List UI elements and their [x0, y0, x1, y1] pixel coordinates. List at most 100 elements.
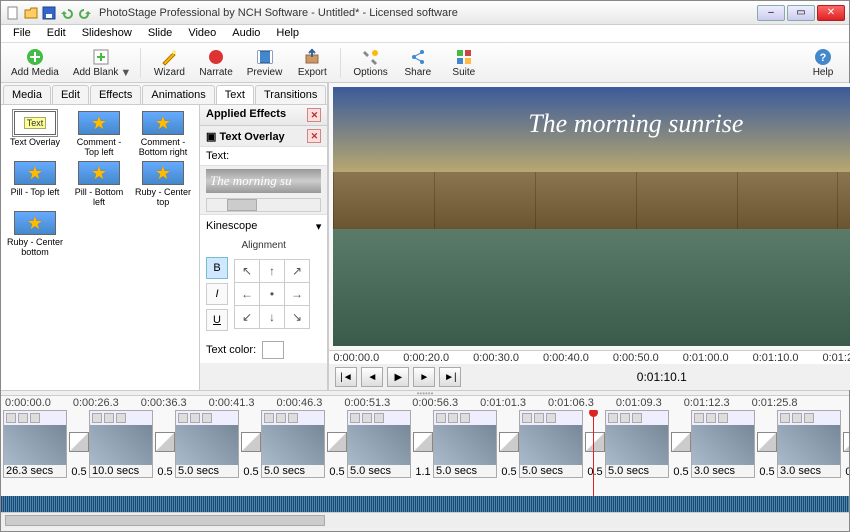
preset-item[interactable]: ★Pill - Bottom left: [69, 161, 129, 207]
options-button[interactable]: Options: [347, 45, 393, 80]
align-mr[interactable]: →: [285, 283, 309, 305]
bold-button[interactable]: B: [206, 257, 228, 279]
step-back-button[interactable]: ◄: [361, 367, 383, 387]
preset-item[interactable]: ★Comment - Bottom right: [133, 111, 193, 157]
italic-button[interactable]: I: [206, 283, 228, 305]
transition-icon: [671, 432, 691, 452]
export-button[interactable]: Export: [290, 45, 334, 80]
add-blank-button[interactable]: Add Blank▼: [67, 45, 135, 81]
timeline-scrollbar[interactable]: [1, 512, 849, 528]
clip[interactable]: 3.0 secs: [691, 410, 755, 478]
preset-item[interactable]: TextText Overlay: [5, 111, 65, 157]
preview-button[interactable]: Preview: [241, 45, 289, 80]
preset-item[interactable]: ★Comment - Top left: [69, 111, 129, 157]
align-tl[interactable]: ↖: [235, 260, 259, 282]
align-ml[interactable]: ←: [235, 283, 259, 305]
chevron-down-icon[interactable]: ▼: [120, 67, 128, 79]
clip-thumbnail: [176, 425, 238, 465]
align-mc[interactable]: •: [260, 283, 284, 305]
close-button[interactable]: ✕: [817, 5, 845, 21]
preset-label: Ruby - Center top: [133, 187, 193, 207]
align-tc[interactable]: ↑: [260, 260, 284, 282]
add-media-button[interactable]: Add Media: [5, 45, 65, 80]
preset-item[interactable]: ★Pill - Top left: [5, 161, 65, 207]
transition[interactable]: 0.5: [69, 410, 89, 478]
tab-transitions[interactable]: Transitions: [255, 85, 326, 104]
tab-media[interactable]: Media: [3, 85, 51, 104]
menu-help[interactable]: Help: [268, 25, 307, 42]
clip[interactable]: 26.3 secs: [3, 410, 67, 478]
menu-video[interactable]: Video: [180, 25, 224, 42]
clip[interactable]: 5.0 secs: [519, 410, 583, 478]
align-br[interactable]: ↘: [285, 306, 309, 328]
transition[interactable]: 0.5: [843, 410, 849, 478]
redo-icon[interactable]: [77, 5, 93, 21]
audio-waveform[interactable]: [1, 496, 849, 512]
text-color-swatch[interactable]: [262, 341, 284, 359]
menu-slide[interactable]: Slide: [140, 25, 180, 42]
clip[interactable]: 5.0 secs: [175, 410, 239, 478]
undo-icon[interactable]: [59, 5, 75, 21]
menu-file[interactable]: File: [5, 25, 39, 42]
menu-audio[interactable]: Audio: [224, 25, 268, 42]
clip[interactable]: 3.0 secs: [777, 410, 841, 478]
transition[interactable]: 0.5: [155, 410, 175, 478]
align-bl[interactable]: ↙: [235, 306, 259, 328]
transition[interactable]: 0.5: [327, 410, 347, 478]
clip-icon: [92, 413, 102, 423]
menu-edit[interactable]: Edit: [39, 25, 74, 42]
clip[interactable]: 10.0 secs: [89, 410, 153, 478]
menu-slideshow[interactable]: Slideshow: [74, 25, 140, 42]
narrate-button[interactable]: Narrate: [193, 45, 238, 80]
clip[interactable]: 5.0 secs: [433, 410, 497, 478]
clip-duration: 26.3 secs: [4, 465, 66, 477]
share-button[interactable]: Share: [396, 45, 440, 80]
timeline-track[interactable]: 26.3 secs0.510.0 secs0.55.0 secs0.55.0 s…: [1, 410, 849, 496]
align-bc[interactable]: ↓: [260, 306, 284, 328]
step-fwd-button[interactable]: ►: [413, 367, 435, 387]
skip-start-button[interactable]: |◄: [335, 367, 357, 387]
minimize-button[interactable]: –: [757, 5, 785, 21]
skip-end-button[interactable]: ►|: [439, 367, 461, 387]
preset-item[interactable]: ★Ruby - Center bottom: [5, 211, 65, 257]
open-icon[interactable]: [23, 5, 39, 21]
preset-item[interactable]: ★Ruby - Center top: [133, 161, 193, 207]
close-icon[interactable]: ✕: [307, 108, 321, 122]
transition[interactable]: 0.5: [241, 410, 261, 478]
text-input[interactable]: The morning su: [206, 169, 321, 193]
preview-ruler[interactable]: 0:00:00.00:00:20.00:00:30.00:00:40.00:00…: [329, 350, 850, 364]
clip-duration: 10.0 secs: [90, 465, 152, 477]
transition[interactable]: 0.5: [585, 410, 605, 478]
remove-effect-icon[interactable]: ✕: [307, 129, 321, 143]
transition[interactable]: 0.5: [499, 410, 519, 478]
underline-button[interactable]: U: [206, 309, 228, 331]
save-icon[interactable]: [41, 5, 57, 21]
new-icon[interactable]: [5, 5, 21, 21]
play-button[interactable]: ▶: [387, 367, 409, 387]
text-scrollbar[interactable]: [206, 198, 321, 212]
maximize-button[interactable]: ▭: [787, 5, 815, 21]
timeline-ruler[interactable]: 0:00:00.00:00:26.30:00:36.30:00:41.30:00…: [1, 396, 849, 410]
transition[interactable]: 0.5: [757, 410, 777, 478]
preset-thumb: Text: [14, 111, 56, 135]
clip[interactable]: 5.0 secs: [605, 410, 669, 478]
preset-label: Pill - Top left: [11, 187, 60, 207]
options-label: Options: [353, 67, 387, 78]
tab-animations[interactable]: Animations: [142, 85, 214, 104]
suite-button[interactable]: Suite: [442, 45, 486, 80]
effect-header[interactable]: ▣ Text Overlay ✕: [200, 126, 327, 147]
tab-text[interactable]: Text: [216, 85, 254, 104]
wizard-button[interactable]: Wizard: [147, 45, 191, 80]
playhead[interactable]: [593, 410, 594, 496]
tab-effects[interactable]: Effects: [90, 85, 141, 104]
effect-name: Text Overlay: [219, 131, 284, 143]
align-tr[interactable]: ↗: [285, 260, 309, 282]
help-button[interactable]: ?Help: [801, 45, 845, 80]
transition[interactable]: 1.1: [413, 410, 433, 478]
alignment-grid[interactable]: ↖↑↗ ←•→ ↙↓↘: [234, 259, 310, 329]
transition[interactable]: 0.5: [671, 410, 691, 478]
chevron-down-icon[interactable]: ▾: [316, 220, 322, 233]
tab-edit[interactable]: Edit: [52, 85, 89, 104]
clip[interactable]: 5.0 secs: [347, 410, 411, 478]
clip[interactable]: 5.0 secs: [261, 410, 325, 478]
